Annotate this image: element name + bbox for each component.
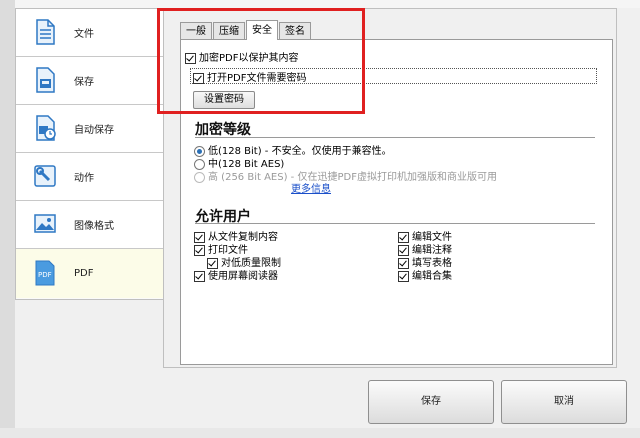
tab-security[interactable]: 安全 — [246, 20, 278, 40]
sidebar-item-file[interactable]: 文件 — [16, 9, 164, 57]
wrench-icon — [34, 165, 56, 187]
perm-label: 编辑合集 — [412, 271, 452, 282]
sidebar-item-label: 保存 — [74, 77, 94, 88]
open-password-checkbox[interactable] — [193, 72, 204, 84]
document-icon — [36, 19, 55, 45]
encryption-option-high: 高 (256 Bit AES) - 仅在迅捷PDF虚拟打印机加强版和商业版可用 — [194, 168, 497, 183]
checkbox[interactable] — [194, 244, 205, 256]
encrypt-pdf-option[interactable]: 加密PDF以保护其内容 — [185, 49, 298, 64]
tab-bar: 一般 压缩 安全 签名 — [180, 20, 312, 40]
section-divider — [195, 223, 595, 224]
encrypt-pdf-checkbox[interactable] — [185, 52, 196, 64]
auto-save-icon — [36, 115, 56, 141]
checkbox[interactable] — [194, 270, 205, 282]
cancel-button[interactable]: 取消 — [501, 380, 627, 424]
open-password-label: 打开PDF文件需要密码 — [207, 73, 307, 84]
radio-high — [194, 171, 205, 183]
sidebar-item-pdf[interactable]: PDF PDF — [16, 249, 164, 298]
svg-text:PDF: PDF — [38, 271, 52, 279]
more-info-link[interactable]: 更多信息 — [291, 180, 331, 195]
security-tab-content — [180, 39, 613, 365]
perm-label: 使用屏幕阅读器 — [208, 271, 278, 282]
save-button[interactable]: 保存 — [368, 380, 494, 424]
sidebar-item-action[interactable]: 动作 — [16, 153, 164, 201]
sidebar-item-label: PDF — [74, 268, 94, 279]
window-left-edge — [0, 0, 15, 438]
set-password-button[interactable]: 设置密码 — [193, 91, 255, 109]
window-top-edge — [0, 0, 640, 8]
sidebar-item-save[interactable]: 保存 — [16, 57, 164, 105]
checkbox[interactable] — [398, 270, 409, 282]
tab-signature[interactable]: 签名 — [279, 22, 311, 40]
sidebar-item-label: 动作 — [74, 173, 94, 184]
image-icon — [34, 214, 56, 233]
encryption-level-title: 加密等级 — [195, 122, 251, 138]
pdf-icon: PDF — [35, 260, 55, 286]
encrypt-pdf-label: 加密PDF以保护其内容 — [199, 53, 299, 64]
perm-screen-reader[interactable]: 使用屏幕阅读器 — [194, 267, 278, 282]
window-bottom-edge — [0, 428, 640, 438]
sidebar-item-label: 自动保存 — [74, 125, 114, 136]
tab-compression[interactable]: 压缩 — [213, 22, 245, 40]
tab-general[interactable]: 一般 — [180, 22, 212, 40]
settings-sidebar: 文件 保存 自动保存 动作 图像格式 PDF PDF — [15, 8, 164, 300]
sidebar-item-autosave[interactable]: 自动保存 — [16, 105, 164, 153]
sidebar-item-image-format[interactable]: 图像格式 — [16, 201, 164, 249]
sidebar-item-label: 图像格式 — [74, 221, 114, 232]
sidebar-item-label: 文件 — [74, 29, 94, 40]
open-password-option[interactable]: 打开PDF文件需要密码 — [193, 69, 306, 84]
section-divider — [195, 137, 595, 138]
perm-edit-assembly[interactable]: 编辑合集 — [398, 267, 452, 282]
option-label: 高 (256 Bit AES) - 仅在迅捷PDF虚拟打印机加强版和商业版可用 — [208, 172, 497, 183]
save-document-icon — [36, 67, 55, 93]
